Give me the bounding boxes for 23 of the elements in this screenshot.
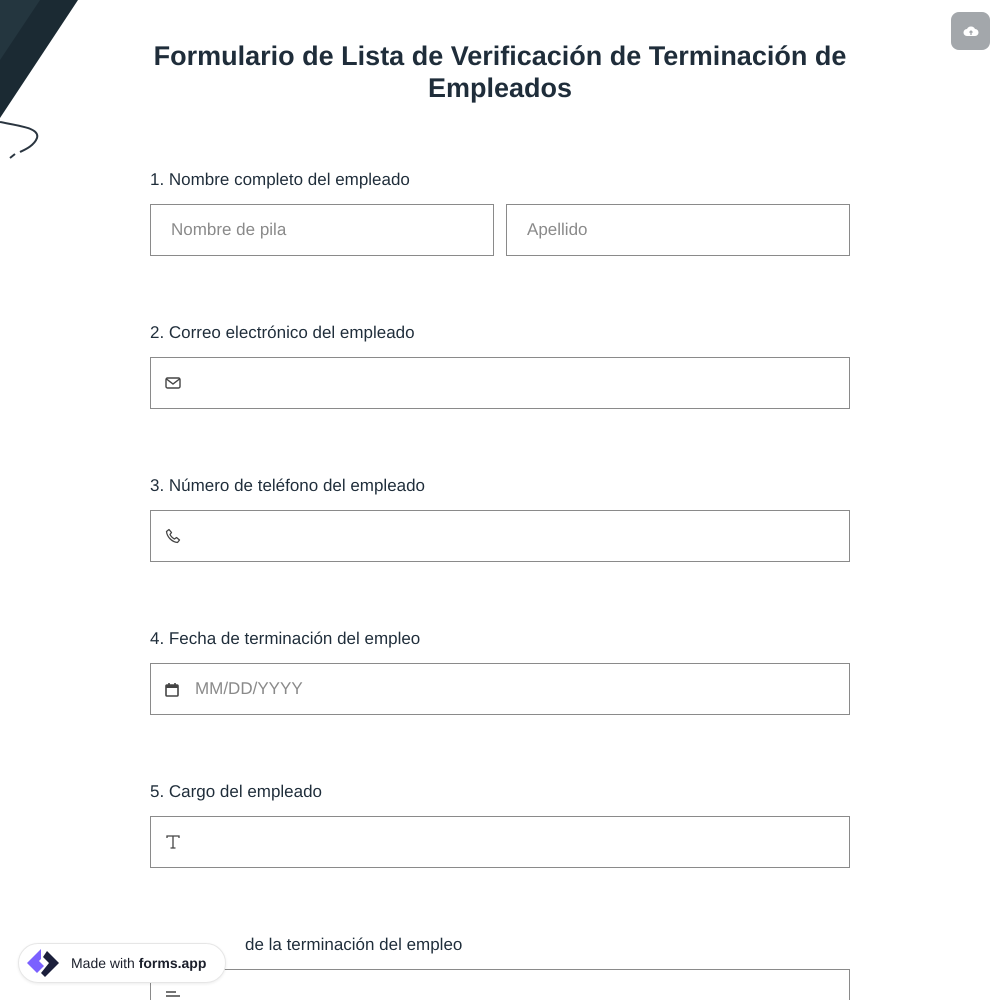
form-title: Formulario de Lista de Verificación de Terminación de Empleados bbox=[152, 40, 848, 104]
input-field[interactable]: Apellido bbox=[506, 204, 850, 256]
email-icon bbox=[165, 377, 181, 389]
calendar-icon bbox=[165, 682, 179, 696]
cloud-upload-icon bbox=[962, 25, 978, 37]
phone-icon bbox=[165, 528, 181, 544]
input-field[interactable] bbox=[150, 510, 850, 562]
question-label: 4. Fecha de terminación del empleo bbox=[150, 629, 420, 649]
question-label: 1. Nombre completo del empleado bbox=[150, 170, 410, 190]
paragraph-icon bbox=[165, 990, 181, 1000]
input-field[interactable]: Nombre de pila bbox=[150, 204, 494, 256]
question-label: de la terminación del empleo bbox=[245, 935, 462, 955]
date-input[interactable]: MM/DD/YYYY bbox=[195, 679, 835, 699]
input-field[interactable]: MM/DD/YYYY bbox=[150, 663, 850, 715]
upload-button[interactable] bbox=[951, 12, 990, 50]
question-label: 5. Cargo del empleado bbox=[150, 782, 322, 802]
question-label: 3. Número de teléfono del empleado bbox=[150, 476, 426, 496]
badge-text: Made with forms.app bbox=[71, 955, 206, 971]
text-icon bbox=[165, 834, 181, 850]
made-with-badge[interactable]: Made with forms.app bbox=[18, 943, 226, 983]
question-label: 2. Correo electrónico del empleado bbox=[150, 323, 415, 343]
input-field[interactable] bbox=[150, 357, 850, 409]
input-field[interactable] bbox=[150, 816, 850, 868]
